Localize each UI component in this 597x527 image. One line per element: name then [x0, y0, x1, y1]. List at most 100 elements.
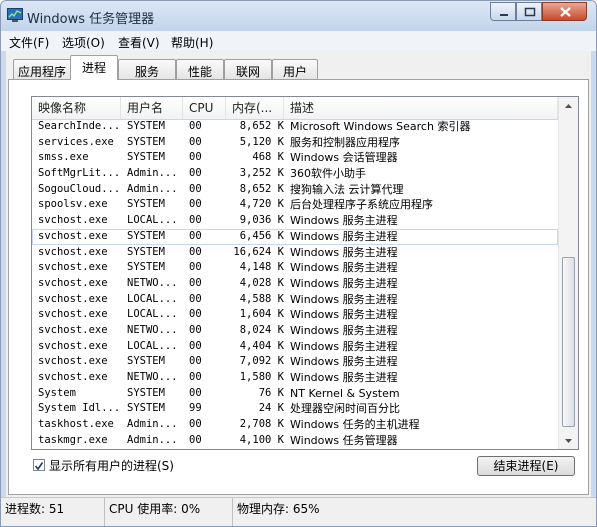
- cell-cpu: 00: [189, 229, 202, 242]
- scroll-up-icon[interactable]: [559, 97, 578, 114]
- show-all-users-label[interactable]: 显示所有用户的进程(S): [49, 457, 174, 474]
- end-process-button[interactable]: 结束进程(E): [477, 456, 575, 476]
- cell-memory: 4,720 K: [239, 198, 284, 211]
- column-memory[interactable]: 内存(...: [226, 97, 284, 119]
- cell-cpu: 00: [189, 182, 202, 195]
- cell-description: Windows 会话管理器: [290, 151, 398, 165]
- cell-memory: 4,028 K: [239, 276, 284, 289]
- cell-image-name: SoftMgrLit...: [38, 167, 121, 180]
- scroll-down-icon[interactable]: [559, 432, 578, 449]
- cell-description: Windows 服务主进程: [290, 292, 398, 306]
- process-row[interactable]: svchost.exe LOCAL... 00 4,588 K Windows 服务主进…: [32, 292, 558, 308]
- process-row[interactable]: svchost.exe SYSTEM 00 16,624 K Windows 服务主进程: [32, 245, 558, 261]
- cell-user-name: SYSTEM: [127, 229, 165, 242]
- cell-image-name: System Idl...: [38, 402, 121, 415]
- process-row[interactable]: svchost.exe NETWO... 00 8,024 K Windows 服务主进…: [32, 323, 558, 339]
- cell-image-name: svchost.exe: [38, 371, 108, 383]
- cell-image-name: services.exe: [38, 135, 114, 148]
- process-row[interactable]: svchost.exe LOCAL... 00 9,036 K Windows 服务主进…: [32, 213, 558, 229]
- cell-cpu: 00: [189, 323, 202, 336]
- cell-image-name: svchost.exe: [38, 245, 108, 258]
- cell-cpu: 00: [189, 198, 202, 211]
- cell-memory: 1,604 K: [239, 308, 284, 321]
- menu-help[interactable]: 帮助(H): [171, 34, 213, 51]
- column-description[interactable]: 描述: [284, 97, 558, 119]
- process-row[interactable]: smss.exe SYSTEM 00 468 K Windows 会话管理器: [32, 150, 558, 166]
- cell-memory: 4,100 K: [239, 433, 284, 446]
- tab-users[interactable]: 用户: [272, 59, 318, 79]
- cell-user-name: SYSTEM: [127, 151, 165, 164]
- process-list[interactable]: 映像名称 用户名 CPU 内存(... 描述 SearchInde... SYST…: [31, 96, 579, 450]
- process-row[interactable]: svchost.exe SYSTEM 00 4,148 K Windows 服务主进程: [32, 260, 558, 276]
- processes-panel: 映像名称 用户名 CPU 内存(... 描述 SearchInde... SYST…: [8, 79, 589, 495]
- cell-user-name: NETWO...: [127, 371, 178, 383]
- cell-cpu: 00: [189, 245, 202, 258]
- show-all-users-checkbox[interactable]: [33, 459, 45, 471]
- checkmark-icon: [34, 462, 44, 471]
- tab-networking[interactable]: 联网: [224, 59, 272, 79]
- cell-cpu: 99: [189, 402, 202, 415]
- tab-processes[interactable]: 进程: [70, 55, 118, 80]
- process-row[interactable]: taskhost.exe Admin... 00 2,708 K Windows 任务的…: [32, 417, 558, 433]
- task-manager-window: Windows 任务管理器 文件(F) 选项(O) 查看(V) 帮助(H) 应用…: [0, 0, 597, 527]
- menu-view[interactable]: 查看(V): [118, 34, 160, 51]
- tab-performance[interactable]: 性能: [176, 59, 224, 79]
- title-bar[interactable]: Windows 任务管理器: [1, 1, 596, 31]
- column-cpu[interactable]: CPU: [183, 97, 226, 119]
- column-image-name[interactable]: 映像名称: [32, 97, 121, 119]
- process-row[interactable]: spoolsv.exe SYSTEM 00 4,720 K 后台处理程序子系统应用程序: [32, 197, 558, 213]
- process-row[interactable]: System Idl... SYSTEM 99 24 K 处理器空闲时间百分比: [32, 401, 558, 417]
- client-area: 应用程序 进程 服务 性能 联网 用户 映像名称 用户名 CPU 内存(... …: [6, 51, 591, 497]
- close-button[interactable]: [542, 2, 587, 21]
- cell-image-name: smss.exe: [38, 151, 89, 164]
- vertical-scrollbar[interactable]: [558, 97, 578, 449]
- cell-cpu: 00: [189, 371, 202, 383]
- cell-memory: 4,404 K: [239, 339, 284, 352]
- process-row[interactable]: SearchInde... SYSTEM 00 8,652 K Microsoft Wi…: [32, 119, 558, 135]
- cell-image-name: System: [38, 386, 76, 399]
- process-row[interactable]: SoftMgrLit... Admin... 00 3,252 K 360软件小助手: [32, 166, 558, 182]
- process-row[interactable]: services.exe SYSTEM 00 5,120 K 服务和控制器应用程序: [32, 135, 558, 151]
- tab-services[interactable]: 服务: [118, 59, 176, 79]
- list-header: 映像名称 用户名 CPU 内存(... 描述: [32, 97, 558, 120]
- menu-bar: 文件(F) 选项(O) 查看(V) 帮助(H): [1, 31, 596, 51]
- cell-description: 服务和控制器应用程序: [290, 135, 400, 149]
- cell-description: Windows 服务主进程: [290, 323, 398, 337]
- tab-applications[interactable]: 应用程序: [13, 59, 71, 79]
- cell-cpu: 00: [189, 418, 202, 431]
- cell-image-name: taskhost.exe: [38, 418, 114, 431]
- process-row[interactable]: SogouCloud... Admin... 00 8,652 K 搜狗输入法 云计算代…: [32, 182, 558, 198]
- menu-options[interactable]: 选项(O): [62, 34, 105, 51]
- process-row[interactable]: svchost.exe NETWO... 00 1,580 K Windows 服务主进…: [32, 370, 558, 386]
- process-row[interactable]: svchost.exe SYSTEM 00 7,092 K Windows 服务主进程: [32, 354, 558, 370]
- cell-user-name: Admin...: [127, 418, 178, 431]
- menu-file[interactable]: 文件(F): [9, 34, 49, 51]
- process-row[interactable]: svchost.exe NETWO... 00 4,028 K Windows 服务主进…: [32, 276, 558, 292]
- task-manager-icon: [7, 8, 23, 22]
- cell-memory: 6,456 K: [239, 229, 284, 242]
- minimize-button[interactable]: [490, 2, 516, 21]
- scroll-thumb[interactable]: [562, 257, 575, 427]
- cell-cpu: 00: [189, 151, 202, 164]
- column-user-name[interactable]: 用户名: [121, 97, 183, 119]
- cell-user-name: SYSTEM: [127, 355, 165, 368]
- cell-description: Windows 服务主进程: [290, 371, 398, 384]
- cell-user-name: Admin...: [127, 433, 178, 446]
- cell-memory: 7,092 K: [239, 355, 284, 368]
- cell-cpu: 00: [189, 120, 202, 132]
- cell-image-name: svchost.exe: [38, 323, 108, 336]
- cell-memory: 2,708 K: [239, 418, 284, 431]
- maximize-icon: [524, 7, 536, 17]
- cell-description: 处理器空闲时间百分比: [290, 402, 400, 416]
- process-row[interactable]: svchost.exe SYSTEM 00 6,456 K Windows 服务主进程: [32, 228, 558, 245]
- maximize-button[interactable]: [516, 2, 542, 21]
- process-row[interactable]: svchost.exe LOCAL... 00 4,404 K Windows 服务主进…: [32, 339, 558, 355]
- cell-user-name: Admin...: [127, 182, 178, 195]
- process-row[interactable]: taskmgr.exe Admin... 00 4,100 K Windows 任务管理…: [32, 433, 558, 449]
- close-icon: [560, 7, 571, 17]
- process-row[interactable]: System SYSTEM 00 76 K NT Kernel & System: [32, 386, 558, 402]
- cell-memory: 76 K: [258, 386, 284, 399]
- process-row[interactable]: svchost.exe LOCAL... 00 1,604 K Windows 服务主进…: [32, 307, 558, 323]
- cell-memory: 9,036 K: [239, 214, 284, 227]
- cell-image-name: svchost.exe: [38, 261, 108, 274]
